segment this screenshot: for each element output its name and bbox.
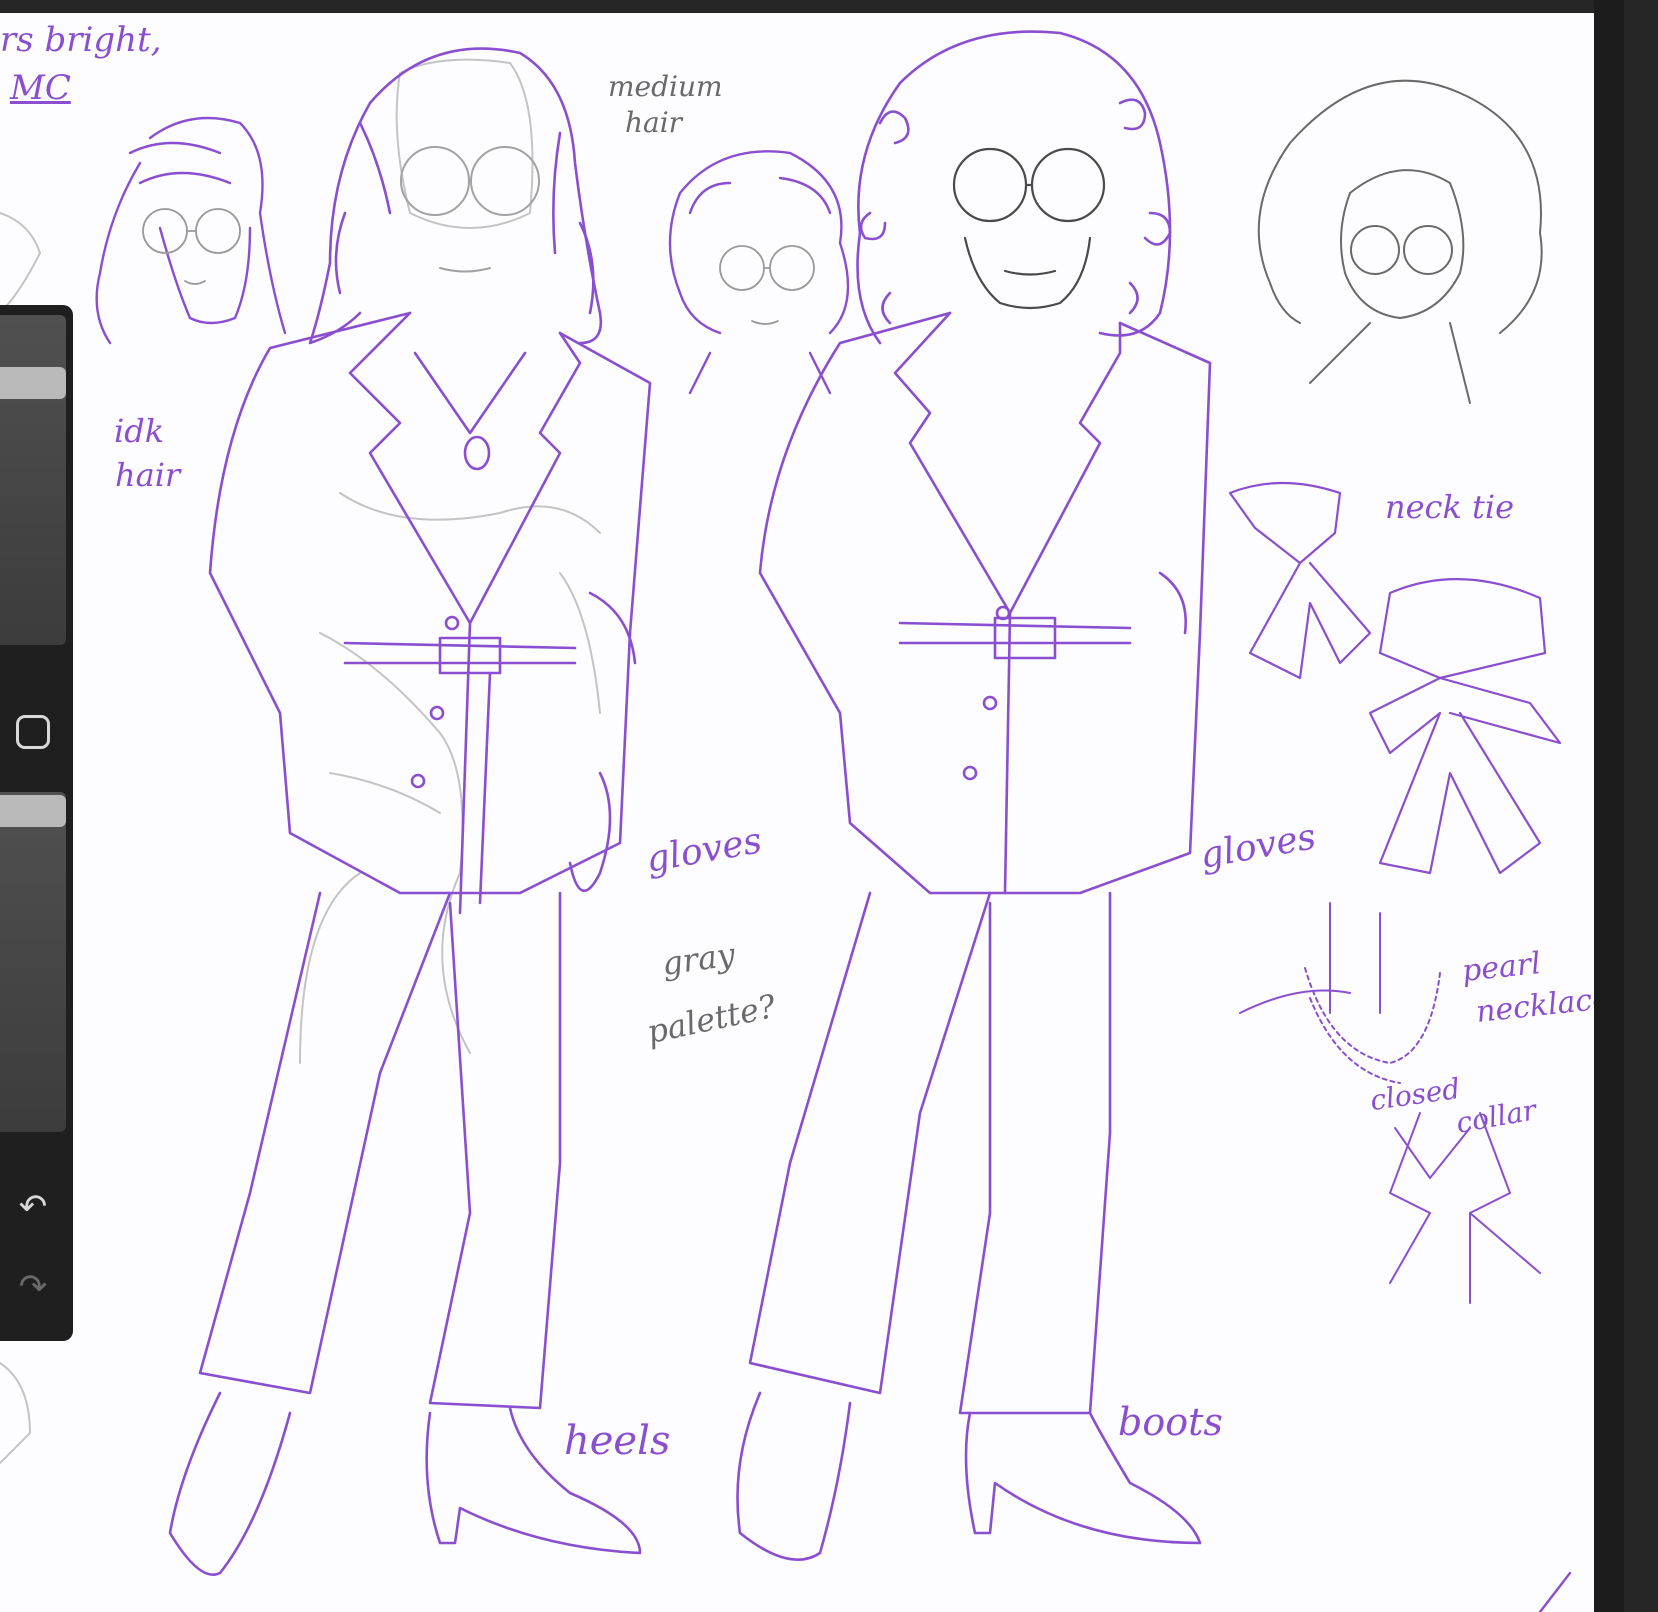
closed-collar-sketch	[1389, 1112, 1541, 1304]
redo-arrow-icon: ↷	[18, 1267, 48, 1307]
note-medium-hair-line2: hair	[625, 106, 683, 139]
rounded-square-icon	[16, 715, 50, 749]
gray-underdrawing	[0, 58, 601, 1464]
brush-size-slider[interactable]	[0, 315, 66, 645]
note-boots: boots	[1118, 1400, 1223, 1444]
top-chrome-strip	[0, 0, 1594, 13]
undo-button[interactable]: ↶	[0, 1177, 66, 1237]
opacity-slider-thumb[interactable]	[0, 795, 66, 827]
note-gray-palette-line1: gray	[659, 935, 738, 983]
figure-sketch-heels-face	[400, 146, 540, 273]
note-idk-hair-line1: idk	[114, 412, 165, 450]
neck-tie-sketches	[1228, 481, 1562, 875]
note-medium-hair-line1: medium	[608, 70, 723, 103]
right-gutter	[1594, 0, 1658, 1612]
note-neck-tie: neck tie	[1385, 488, 1515, 526]
sketch-layer	[0, 30, 1572, 1612]
procreate-workspace: rs bright, MC idk hair medium hair glove…	[0, 0, 1658, 1612]
figure-sketch-boots	[736, 30, 1212, 1561]
redo-button[interactable]: ↷	[0, 1257, 66, 1317]
opacity-slider[interactable]	[0, 792, 66, 1132]
note-top-left-line1: rs bright,	[0, 20, 162, 60]
pearl-necklace-sketch	[1239, 902, 1441, 1084]
note-pearl-necklace-line1: pearl	[1460, 945, 1543, 990]
note-idk-hair-line2: hair	[115, 456, 181, 494]
head-sketch-medium-hair-face	[719, 245, 815, 325]
drawing-canvas[interactable]: rs bright, MC idk hair medium hair glove…	[0, 13, 1594, 1612]
figure-sketch-heels	[168, 47, 652, 1576]
undo-arrow-icon: ↶	[18, 1187, 48, 1227]
side-toolbar: ↶ ↷	[0, 305, 73, 1341]
head-sketch-afro	[1257, 79, 1543, 404]
modify-button[interactable]	[0, 702, 66, 762]
note-heels: heels	[564, 1418, 671, 1464]
figure-sketch-boots-face	[952, 147, 1106, 310]
brush-size-slider-thumb[interactable]	[0, 367, 66, 399]
head-sketch-medium-hair	[668, 150, 850, 395]
note-top-left-line2: MC	[10, 68, 71, 108]
head-sketch-idk-hair-face	[142, 208, 241, 285]
